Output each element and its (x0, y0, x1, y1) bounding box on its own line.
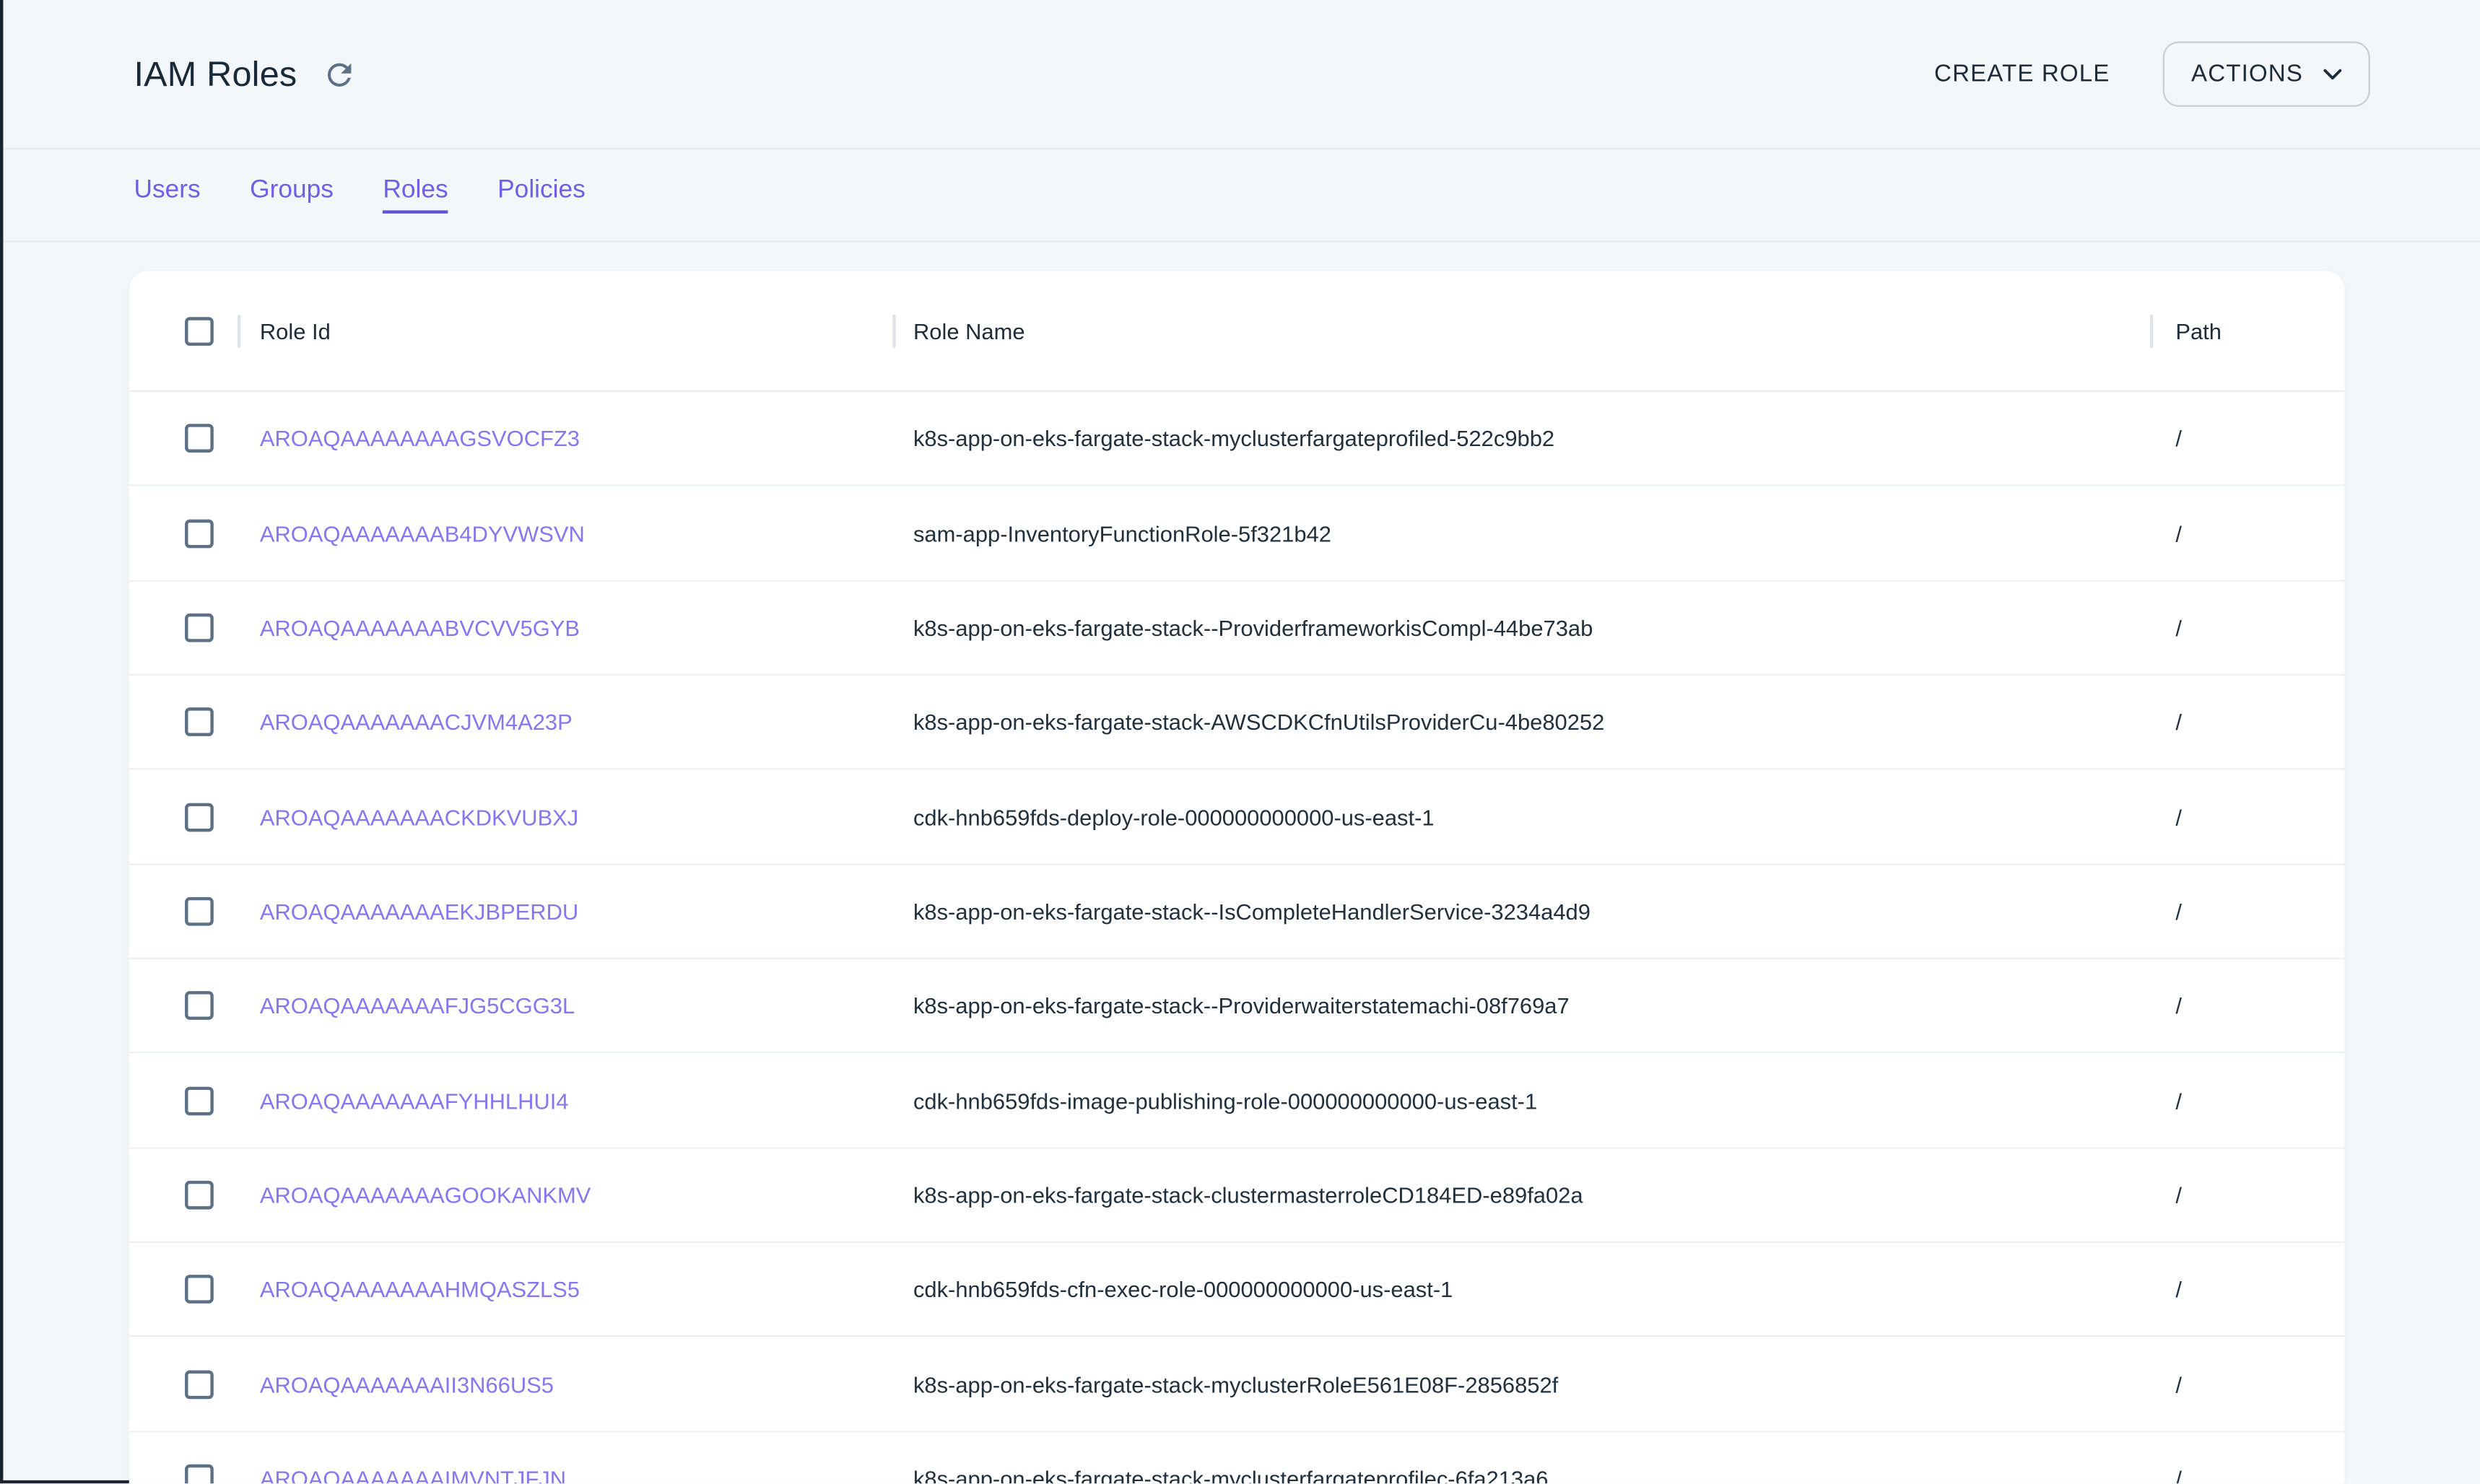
table-row: AROAQAAAAAAAAGSVOCFZ3 k8s-app-on-eks-far… (129, 392, 2345, 486)
table-row: AROAQAAAAAAACJVM4A23P k8s-app-on-eks-far… (129, 676, 2345, 770)
role-id-link[interactable]: AROAQAAAAAAAFYHHLHUI4 (260, 1088, 569, 1113)
role-name: cdk-hnb659fds-image-publishing-role-0000… (894, 1088, 2151, 1113)
role-path: / (2151, 615, 2344, 640)
role-id-link[interactable]: AROAQAAAAAAAEKJBPERDU (260, 899, 578, 924)
role-name: k8s-app-on-eks-fargate-stack--IsComplete… (894, 899, 2151, 924)
table-row: AROAQAAAAAAAII3N66US5 k8s-app-on-eks-far… (129, 1337, 2345, 1432)
role-name: k8s-app-on-eks-fargate-stack--Providerwa… (894, 993, 2151, 1018)
table-row: AROAQAAAAAAAB4DYVWSVN sam-app-InventoryF… (129, 486, 2345, 581)
role-name: cdk-hnb659fds-deploy-role-000000000000-u… (894, 804, 2151, 829)
column-separator (892, 314, 895, 347)
role-path: / (2151, 1088, 2344, 1113)
table-row: AROAQAAAAAAAHMQASZLS5 cdk-hnb659fds-cfn-… (129, 1243, 2345, 1337)
tab-groups[interactable]: Groups (250, 177, 334, 214)
table-body: AROAQAAAAAAAAGSVOCFZ3 k8s-app-on-eks-far… (129, 392, 2345, 1484)
row-checkbox[interactable] (185, 897, 214, 926)
role-name: k8s-app-on-eks-fargate-stack-myclusterfa… (894, 1466, 2151, 1484)
column-separator (2150, 314, 2153, 347)
table-row: AROAQAAAAAAAIMVNTJFJN k8s-app-on-eks-far… (129, 1432, 2345, 1484)
role-path: / (2151, 1371, 2344, 1397)
iam-tabbar: Users Groups Roles Policies (0, 150, 2480, 243)
page-header: IAM Roles CREATE ROLE ACTIONS (0, 0, 2480, 150)
row-checkbox[interactable] (185, 1275, 214, 1304)
role-name: k8s-app-on-eks-fargate-stack--Providerfr… (894, 615, 2151, 640)
role-path: / (2151, 710, 2344, 735)
column-header-role-id[interactable]: Role Id (239, 318, 894, 343)
tab-users[interactable]: Users (134, 177, 200, 214)
column-header-path[interactable]: Path (2151, 318, 2344, 343)
row-checkbox[interactable] (185, 708, 214, 737)
role-path: / (2151, 1466, 2344, 1484)
role-name: sam-app-InventoryFunctionRole-5f321b42 (894, 520, 2151, 546)
table-row: AROAQAAAAAAAFYHHLHUI4 cdk-hnb659fds-imag… (129, 1054, 2345, 1148)
tab-policies[interactable]: Policies (497, 177, 586, 214)
role-path: / (2151, 426, 2344, 451)
table-row: AROAQAAAAAAAEKJBPERDU k8s-app-on-eks-far… (129, 865, 2345, 959)
main-content: Role Id Role Name Path AROAQAAAAAAAAGSVO… (0, 243, 2480, 1484)
table-row: AROAQAAAAAAABVCVV5GYB k8s-app-on-eks-far… (129, 581, 2345, 676)
role-id-link[interactable]: AROAQAAAAAAAIMVNTJFJN (260, 1466, 566, 1484)
role-name: k8s-app-on-eks-fargate-stack-clustermast… (894, 1182, 2151, 1208)
row-checkbox[interactable] (185, 614, 214, 642)
table-row: AROAQAAAAAAAFJG5CGG3L k8s-app-on-eks-far… (129, 959, 2345, 1054)
row-checkbox[interactable] (185, 1465, 214, 1484)
role-name: k8s-app-on-eks-fargate-stack-myclusterfa… (894, 426, 2151, 451)
column-separator (238, 314, 240, 347)
role-path: / (2151, 899, 2344, 924)
row-checkbox[interactable] (185, 519, 214, 548)
role-id-link[interactable]: AROAQAAAAAAAHMQASZLS5 (260, 1277, 580, 1302)
roles-table-card: Role Id Role Name Path AROAQAAAAAAAAGSVO… (129, 271, 2345, 1484)
column-header-role-name[interactable]: Role Name (894, 318, 2151, 343)
table-header-row: Role Id Role Name Path (129, 271, 2345, 392)
row-checkbox[interactable] (185, 803, 214, 832)
bottom-edge-bar (0, 1481, 129, 1484)
role-id-link[interactable]: AROAQAAAAAAACKDKVUBXJ (260, 804, 578, 829)
role-id-link[interactable]: AROAQAAAAAAAII3N66US5 (260, 1371, 554, 1397)
sidebar-edge (0, 0, 3, 1484)
row-checkbox[interactable] (185, 1181, 214, 1210)
actions-button-label: ACTIONS (2191, 61, 2303, 88)
role-id-link[interactable]: AROAQAAAAAAAB4DYVWSVN (260, 520, 585, 546)
row-checkbox[interactable] (185, 1370, 214, 1399)
role-id-link[interactable]: AROAQAAAAAAAAGSVOCFZ3 (260, 426, 580, 451)
select-all-checkbox[interactable] (185, 316, 214, 345)
role-name: k8s-app-on-eks-fargate-stack-AWSCDKCfnUt… (894, 710, 2151, 735)
role-path: / (2151, 520, 2344, 546)
role-id-link[interactable]: AROAQAAAAAAAFJG5CGG3L (260, 993, 575, 1018)
role-id-link[interactable]: AROAQAAAAAAAGOOKANKMV (260, 1182, 591, 1208)
role-name: cdk-hnb659fds-cfn-exec-role-000000000000… (894, 1277, 2151, 1302)
chevron-down-icon (2318, 59, 2348, 90)
page-title: IAM Roles (134, 53, 297, 95)
role-path: / (2151, 1182, 2344, 1208)
row-checkbox[interactable] (185, 424, 214, 453)
actions-button[interactable]: ACTIONS (2162, 41, 2370, 107)
role-name: k8s-app-on-eks-fargate-stack-myclusterRo… (894, 1371, 2151, 1397)
app-viewport: IAM Roles CREATE ROLE ACTIONS Users Group… (0, 0, 2480, 1484)
row-checkbox[interactable] (185, 992, 214, 1021)
refresh-button[interactable] (321, 55, 360, 93)
role-path: / (2151, 804, 2344, 829)
row-checkbox[interactable] (185, 1086, 214, 1115)
table-row: AROAQAAAAAAAGOOKANKMV k8s-app-on-eks-far… (129, 1148, 2345, 1243)
table-row: AROAQAAAAAAACKDKVUBXJ cdk-hnb659fds-depl… (129, 770, 2345, 865)
role-path: / (2151, 993, 2344, 1018)
create-role-button[interactable]: CREATE ROLE (1931, 61, 2113, 88)
role-id-link[interactable]: AROAQAAAAAAABVCVV5GYB (260, 615, 580, 640)
refresh-icon (323, 56, 358, 92)
role-path: / (2151, 1277, 2344, 1302)
role-id-link[interactable]: AROAQAAAAAAACJVM4A23P (260, 710, 573, 735)
tab-roles[interactable]: Roles (383, 177, 448, 214)
